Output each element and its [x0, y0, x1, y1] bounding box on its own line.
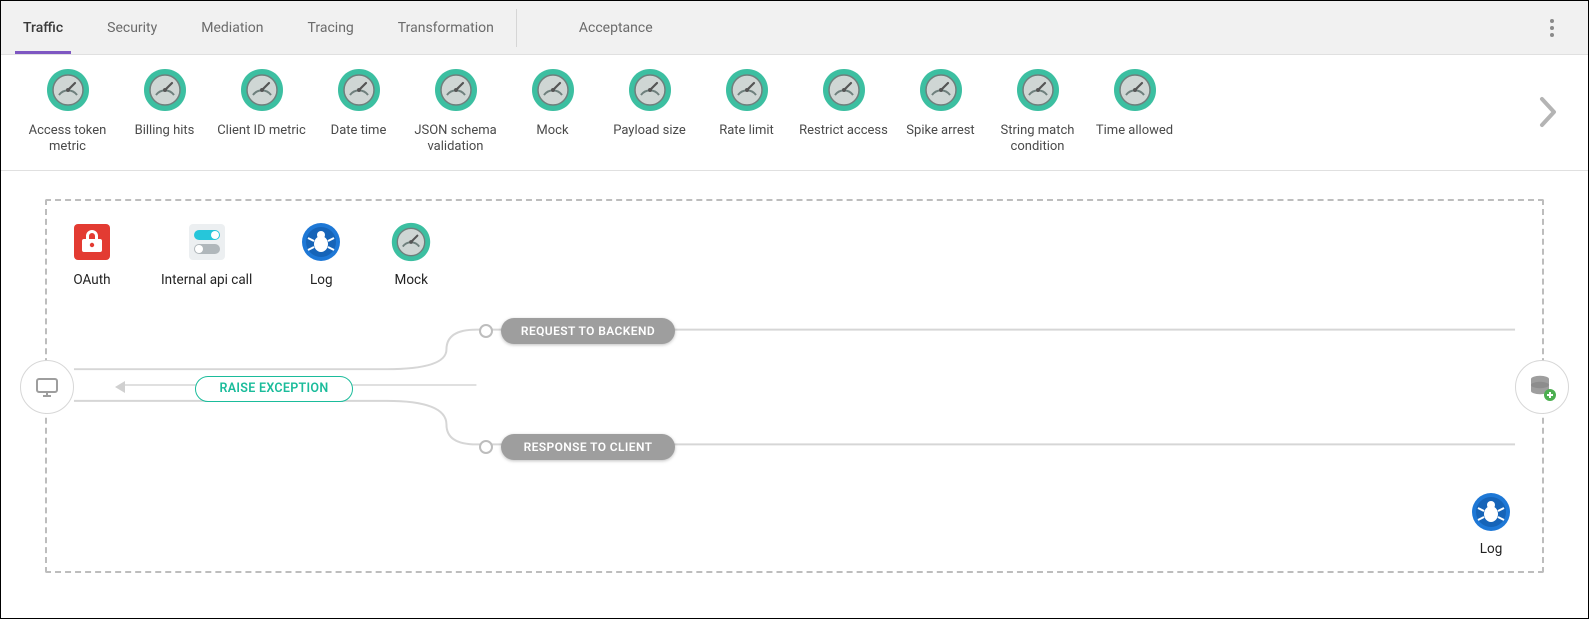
palette-item-payload-size[interactable]: Payload size [601, 67, 698, 156]
request-policy-row: OAuth Internal api call Log Mock [71, 221, 432, 288]
tab-label: Tracing [308, 20, 354, 36]
policy-label: OAuth [73, 272, 110, 288]
pill-label: RAISE EXCEPTION [220, 381, 329, 396]
policy-internal-api-call[interactable]: Internal api call [161, 221, 252, 288]
policy-log-response[interactable]: Log [1470, 491, 1512, 557]
palette-item-label: Date time [331, 123, 387, 139]
ring-marker-bottom [479, 440, 493, 454]
palette-item-label: Mock [536, 123, 568, 139]
tab-label: Transformation [398, 20, 494, 36]
more-menu-icon[interactable] [1542, 11, 1562, 45]
palette-item-json-schema-validation[interactable]: JSON schema validation [407, 67, 504, 156]
client-endpoint[interactable] [20, 360, 74, 414]
tabs-left-group: Traffic Security Mediation Tracing Trans… [1, 1, 516, 54]
raise-exception-button[interactable]: RAISE EXCEPTION [195, 376, 353, 402]
policy-label: Log [1480, 541, 1503, 557]
gauge-icon [390, 221, 432, 263]
gauge-icon [336, 67, 382, 113]
request-to-backend-button[interactable]: REQUEST TO BACKEND [501, 318, 675, 344]
toggle-icon [186, 221, 228, 263]
gauge-icon [918, 67, 964, 113]
flow-canvas-wrap: OAuth Internal api call Log Mock [1, 171, 1588, 595]
tab-label: Mediation [201, 20, 263, 36]
policy-label: Internal api call [161, 272, 252, 288]
policy-palette: Access token metric Billing hits Client … [1, 55, 1588, 171]
database-add-icon [1527, 372, 1557, 402]
ring-marker-top [479, 324, 493, 338]
arrow-left-icon [115, 381, 125, 393]
gauge-icon [239, 67, 285, 113]
bug-icon [300, 221, 342, 263]
gauge-icon [142, 67, 188, 113]
tab-label: Traffic [23, 20, 63, 36]
palette-item-billing-hits[interactable]: Billing hits [116, 67, 213, 156]
tab-transformation[interactable]: Transformation [376, 1, 516, 54]
gauge-icon [433, 67, 479, 113]
palette-item-time-allowed[interactable]: Time allowed [1086, 67, 1183, 156]
gauge-icon [45, 67, 91, 113]
gauge-icon [627, 67, 673, 113]
pill-label: RESPONSE TO CLIENT [524, 440, 653, 454]
palette-item-mock[interactable]: Mock [504, 67, 601, 156]
palette-item-label: Spike arrest [906, 123, 974, 139]
palette-item-access-token-metric[interactable]: Access token metric [19, 67, 116, 156]
tab-divider [516, 9, 517, 47]
bug-icon [1470, 491, 1512, 533]
policy-oauth[interactable]: OAuth [71, 221, 113, 288]
tab-mediation[interactable]: Mediation [179, 1, 285, 54]
gauge-icon [530, 67, 576, 113]
tab-tracing[interactable]: Tracing [286, 1, 376, 54]
oauth-icon [71, 221, 113, 263]
palette-item-label: Restrict access [799, 123, 888, 139]
palette-item-label: Rate limit [719, 123, 774, 139]
palette-item-rate-limit[interactable]: Rate limit [698, 67, 795, 156]
tab-label: Security [107, 20, 157, 36]
header-bar: Traffic Security Mediation Tracing Trans… [1, 1, 1588, 55]
monitor-icon [33, 373, 61, 401]
gauge-icon [821, 67, 867, 113]
flow-dashed-container[interactable]: OAuth Internal api call Log Mock [45, 199, 1544, 573]
palette-item-label: Time allowed [1096, 123, 1173, 139]
tab-acceptance[interactable]: Acceptance [557, 20, 675, 36]
palette-item-label: Access token metric [19, 123, 116, 156]
gauge-icon [1112, 67, 1158, 113]
response-to-client-button[interactable]: RESPONSE TO CLIENT [501, 434, 675, 460]
palette-item-string-match-condition[interactable]: String match condition [989, 67, 1086, 156]
gauge-icon [724, 67, 770, 113]
palette-item-client-id-metric[interactable]: Client ID metric [213, 67, 310, 156]
palette-item-date-time[interactable]: Date time [310, 67, 407, 156]
palette-items: Access token metric Billing hits Client … [19, 67, 1183, 156]
palette-item-spike-arrest[interactable]: Spike arrest [892, 67, 989, 156]
gauge-icon [1015, 67, 1061, 113]
tab-security[interactable]: Security [85, 1, 179, 54]
pill-label: REQUEST TO BACKEND [521, 324, 655, 338]
palette-item-label: Billing hits [135, 123, 195, 139]
palette-item-label: JSON schema validation [407, 123, 504, 156]
palette-item-label: String match condition [989, 123, 1086, 156]
palette-item-restrict-access[interactable]: Restrict access [795, 67, 892, 156]
palette-next-icon[interactable] [1538, 95, 1560, 129]
policy-label: Log [310, 272, 333, 288]
palette-item-label: Payload size [613, 123, 686, 139]
policy-mock-flow[interactable]: Mock [390, 221, 432, 288]
palette-item-label: Client ID metric [217, 123, 306, 139]
backend-endpoint[interactable] [1515, 360, 1569, 414]
policy-log-top[interactable]: Log [300, 221, 342, 288]
policy-label: Mock [395, 272, 428, 288]
tab-label: Acceptance [579, 20, 653, 36]
tab-traffic[interactable]: Traffic [1, 1, 85, 54]
